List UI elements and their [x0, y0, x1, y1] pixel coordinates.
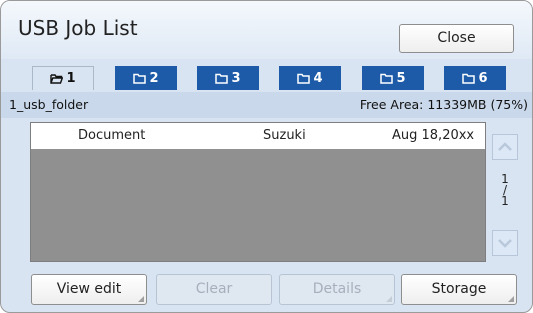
- view-edit-label: View edit: [56, 281, 122, 297]
- folder-open-icon: [50, 74, 64, 84]
- job-user: Suzuki: [263, 128, 306, 143]
- page-total: 1: [501, 194, 509, 208]
- usb-job-list-dialog: USB Job List Close 1 2 3 4 5 6 1_usb_fol: [0, 0, 533, 313]
- scroll-down-button[interactable]: [492, 230, 518, 256]
- job-document: Document: [78, 128, 146, 143]
- table-row[interactable]: Document Suzuki Aug 18,20xx: [31, 123, 485, 149]
- folder-tabs: 1 2 3 4 5 6: [32, 66, 512, 90]
- corner-marker: [508, 296, 514, 302]
- folder-icon: [133, 73, 147, 84]
- tab-label: 4: [313, 70, 323, 86]
- folder-info-bar: 1_usb_folder Free Area: 11339MB (75%): [1, 92, 532, 118]
- clear-label: Clear: [195, 281, 233, 297]
- tab-folder-5[interactable]: 5: [362, 66, 424, 90]
- tab-folder-1[interactable]: 1: [32, 66, 94, 90]
- tab-label: 6: [478, 70, 488, 86]
- folder-icon: [380, 73, 394, 84]
- folder-icon: [462, 73, 476, 84]
- free-area: Free Area: 11339MB (75%): [359, 97, 528, 112]
- tab-label: 1: [66, 71, 76, 86]
- corner-marker: [138, 296, 144, 302]
- chevron-down-icon: [498, 239, 512, 248]
- storage-label: Storage: [431, 281, 487, 297]
- tab-folder-6[interactable]: 6: [444, 66, 506, 90]
- dialog-title: USB Job List: [18, 16, 138, 40]
- clear-button[interactable]: Clear: [156, 274, 272, 305]
- page-indicator: 1 / 1: [492, 173, 518, 208]
- view-edit-button[interactable]: View edit: [31, 274, 147, 305]
- tab-folder-3[interactable]: 3: [197, 66, 259, 90]
- tab-folder-4[interactable]: 4: [279, 66, 341, 90]
- details-label: Details: [312, 281, 362, 297]
- job-date: Aug 18,20xx: [392, 128, 475, 143]
- tab-label: 5: [396, 70, 406, 86]
- scroll-up-button[interactable]: [492, 134, 518, 160]
- folder-name: 1_usb_folder: [9, 97, 89, 112]
- folder-icon: [297, 73, 311, 84]
- tab-label: 3: [231, 70, 241, 86]
- folder-icon: [215, 73, 229, 84]
- tab-label: 2: [149, 70, 159, 86]
- tab-folder-2[interactable]: 2: [115, 66, 177, 90]
- dialog-header: USB Job List Close: [1, 1, 532, 59]
- close-button[interactable]: Close: [399, 24, 514, 53]
- corner-marker: [386, 296, 392, 302]
- storage-button[interactable]: Storage: [401, 274, 517, 305]
- details-button[interactable]: Details: [279, 274, 395, 305]
- chevron-up-icon: [498, 142, 512, 151]
- job-list: Document Suzuki Aug 18,20xx: [30, 122, 486, 262]
